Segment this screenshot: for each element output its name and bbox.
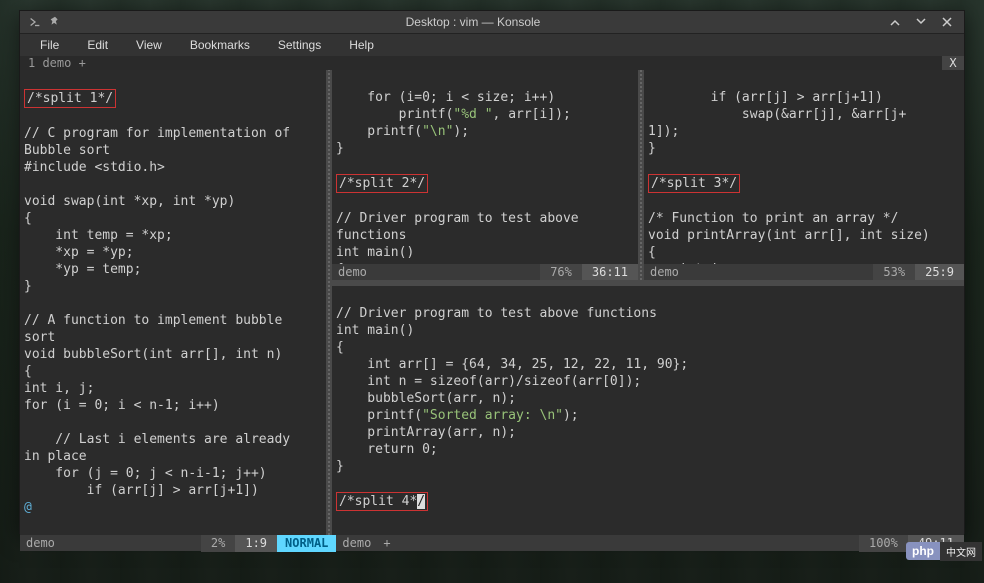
split-4-marker: /*split 4*/	[336, 492, 428, 511]
code-line: sort	[24, 330, 55, 345]
code-line: functions	[336, 228, 406, 243]
menu-edit[interactable]: Edit	[75, 34, 120, 56]
maximize-button[interactable]	[910, 11, 932, 33]
code-line: int arr[] = {64, 34, 25, 12, 22, 11, 90}…	[336, 357, 688, 372]
editor-area: /*split 1*/ // C program for implementat…	[20, 70, 964, 551]
code-line: {	[648, 245, 656, 260]
menu-view[interactable]: View	[124, 34, 174, 56]
window-title: Desktop : vim — Konsole	[62, 15, 884, 29]
code-line: {	[24, 211, 32, 226]
menu-settings[interactable]: Settings	[266, 34, 333, 56]
code-line: }	[336, 459, 344, 474]
pane-bottom[interactable]: // Driver program to test above function…	[332, 286, 964, 535]
code-line: // A function to implement bubble	[24, 313, 290, 328]
cursor: /	[417, 494, 425, 509]
code-line: printArray(arr, n);	[336, 425, 516, 440]
code-line: for (i = 0; i < n-1; i++)	[24, 398, 220, 413]
code-line: if (arr[j] > arr[j+1])	[24, 483, 259, 498]
code-line: if (arr[j] > arr[j+1])	[648, 90, 883, 105]
code-line: return 0;	[336, 442, 438, 457]
status-left-filename: demo	[20, 535, 61, 552]
titlebar[interactable]: Desktop : vim — Konsole	[20, 11, 964, 34]
status-percent: 76%	[540, 264, 582, 281]
watermark-cn: 中文网	[940, 542, 982, 561]
code-line: int main()	[336, 245, 414, 260]
status-bottom-filename: demo	[336, 535, 377, 552]
pane-left[interactable]: /*split 1*/ // C program for implementat…	[20, 70, 326, 535]
code-line: *xp = *yp;	[24, 245, 134, 260]
code-line: *yp = temp;	[24, 262, 141, 277]
menu-file[interactable]: File	[28, 34, 71, 56]
watermark: php 中文网	[906, 541, 982, 561]
code-line: // Driver program to test above function…	[336, 306, 657, 321]
minimize-button[interactable]	[884, 11, 906, 33]
code-line: }	[24, 279, 32, 294]
tab-label[interactable]: 1 demo +	[28, 56, 86, 70]
close-button[interactable]	[936, 11, 958, 33]
status-filename: demo	[332, 264, 373, 281]
code-line: void printArray(int arr[], int size)	[648, 228, 930, 243]
code-line: // Last i elements are already	[24, 432, 298, 447]
code-line: int i, j;	[24, 381, 94, 396]
code-line: #include <stdio.h>	[24, 160, 165, 175]
pin-icon[interactable]	[48, 15, 62, 29]
tab-close-button[interactable]: X	[942, 56, 964, 70]
code-line: {	[24, 364, 32, 379]
tabbar: 1 demo + X	[20, 56, 964, 70]
vim-mode: NORMAL	[277, 535, 336, 552]
code-line: void bubbleSort(int arr[], int n)	[24, 347, 282, 362]
code-line: }	[336, 141, 344, 156]
menu-bookmarks[interactable]: Bookmarks	[178, 34, 262, 56]
code-line: 1]);	[648, 124, 679, 139]
code-line: swap(&arr[j], &arr[j+	[648, 107, 906, 122]
code-line: for (i=0; i < size; i++)	[336, 90, 555, 105]
split-3-marker: /*split 3*/	[648, 174, 740, 193]
pane-status-top-right: demo 53% 25:9	[644, 264, 964, 280]
status-modified-flag: +	[377, 535, 396, 552]
pane-top-middle[interactable]: for (i=0; i < size; i++) printf("%d ", a…	[332, 70, 638, 280]
overflow-marker: @	[24, 500, 32, 515]
code-line: int main()	[336, 323, 414, 338]
status-filename: demo	[644, 264, 685, 281]
code-line: printf("\n");	[336, 124, 469, 139]
code-line: printf("%d ", arr[i]);	[336, 107, 571, 122]
code-line: printf("Sorted array: \n");	[336, 408, 579, 423]
code-line: in place	[24, 449, 87, 464]
split-2-marker: /*split 2*/	[336, 174, 428, 193]
status-bottom-percent: 100%	[859, 535, 908, 552]
code-line: /* Function to print an array */	[648, 211, 898, 226]
status-position: 25:9	[915, 264, 964, 281]
konsole-window: Desktop : vim — Konsole File Edit View B…	[19, 10, 965, 534]
code-line: // C program for implementation of	[24, 126, 290, 141]
code-line: Bubble sort	[24, 143, 110, 158]
code-line: void swap(int *xp, int *yp)	[24, 194, 235, 209]
app-menu-icon[interactable]	[28, 15, 42, 29]
status-left-position: 1:9	[235, 535, 277, 552]
pane-top-right[interactable]: if (arr[j] > arr[j+1]) swap(&arr[j], &ar…	[644, 70, 964, 280]
code-line: int n = sizeof(arr)/sizeof(arr[0]);	[336, 374, 641, 389]
menubar: File Edit View Bookmarks Settings Help	[20, 34, 964, 56]
status-left-percent: 2%	[201, 535, 235, 552]
watermark-php: php	[906, 542, 940, 560]
code-line: for (j = 0; j < n-i-1; j++)	[24, 466, 267, 481]
status-position: 36:11	[582, 264, 638, 281]
status-percent: 53%	[873, 264, 915, 281]
menu-help[interactable]: Help	[337, 34, 386, 56]
code-line: {	[336, 340, 344, 355]
code-line: bubbleSort(arr, n);	[336, 391, 516, 406]
pane-status-top-middle: demo 76% 36:11	[332, 264, 638, 280]
code-line: int temp = *xp;	[24, 228, 173, 243]
code-line: }	[648, 141, 656, 156]
statusbar: demo 2% 1:9 NORMAL demo + 100% 49:11	[20, 535, 964, 551]
split-1-marker: /*split 1*/	[24, 89, 116, 108]
code-line: // Driver program to test above	[336, 211, 586, 226]
